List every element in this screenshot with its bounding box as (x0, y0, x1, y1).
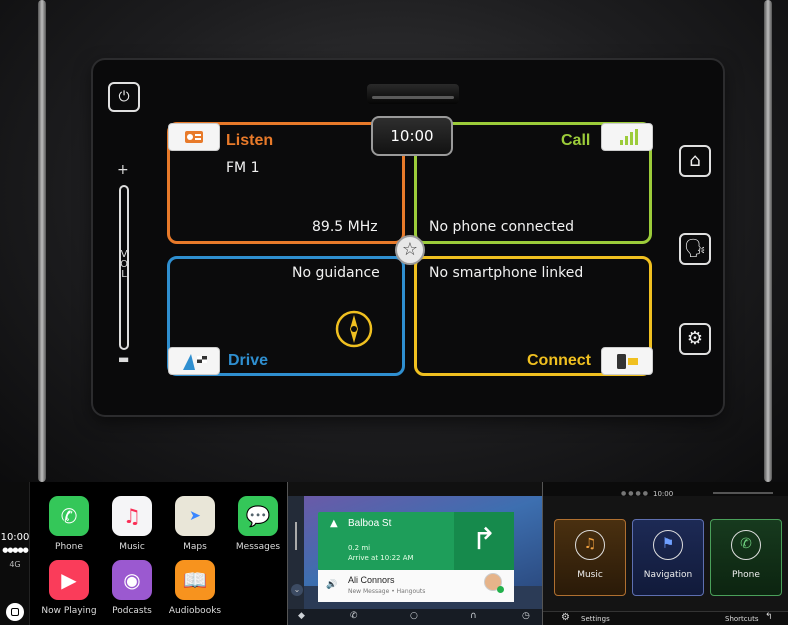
turn-right-icon: ↱ (454, 512, 514, 570)
smartphone-link-icon (601, 347, 653, 375)
rail-indicator (295, 522, 297, 550)
app-label: Audiobooks (168, 606, 222, 616)
disc-slot-line (372, 96, 454, 99)
tile-label: Music (577, 570, 603, 580)
volume-plus-icon[interactable]: + (117, 162, 129, 178)
compass-icon (334, 309, 374, 353)
connect-title: Connect (527, 352, 591, 369)
headphones-icon[interactable]: ∩ (470, 611, 477, 621)
app-label: Podcasts (112, 606, 152, 616)
radio-frequency: 89.5 MHz (312, 219, 378, 235)
maps-icon: ➤ (175, 496, 215, 536)
volume-label-char: L (121, 269, 127, 280)
navigation-tile[interactable]: ⚑ Navigation (632, 519, 704, 596)
disc-slot (367, 84, 459, 104)
right-trim (764, 0, 772, 482)
app-audiobooks[interactable]: 📖 Audiobooks (163, 560, 227, 616)
podcasts-icon: ◉ (112, 560, 152, 600)
head-unit-dashboard: ⏻ + VOL ▬ Listen FM 1 89.5 MHz Call No p… (0, 0, 788, 482)
listen-title: Listen (226, 132, 274, 149)
settings-button[interactable]: ⚙ (679, 323, 711, 355)
carplay-time: 10:00 (0, 532, 30, 543)
home-icon: ⌂ (689, 150, 701, 171)
app-label: Music (119, 542, 145, 552)
clock: 10:00 (371, 116, 453, 156)
call-title: Call (561, 132, 591, 149)
settings-link[interactable]: Settings (581, 615, 610, 623)
radio-source: FM 1 (226, 160, 260, 176)
music-tile[interactable]: ♫ Music (554, 519, 626, 596)
drive-title: Drive (228, 352, 269, 369)
tile-label: Phone (732, 570, 760, 580)
speaker-icon: 🔊 (326, 580, 338, 590)
phone-icon: ✆ (731, 530, 761, 560)
favorite-star-icon[interactable]: ☆ (395, 235, 425, 265)
call-status: No phone connected (429, 219, 575, 235)
phone-tile[interactable]: ✆ Phone (710, 519, 782, 596)
app-label: Maps (183, 542, 207, 552)
app-phone[interactable]: ✆ Phone (37, 496, 101, 552)
drive-tile[interactable]: No guidance Drive (167, 256, 405, 376)
home-button[interactable]: ⌂ (679, 145, 711, 177)
messages-icon: 💬 (238, 496, 278, 536)
oem-time: 10:00 (653, 490, 674, 498)
app-podcasts[interactable]: ◉ Podcasts (100, 560, 164, 616)
music-note-icon: ♫ (575, 530, 605, 560)
shortcuts-link[interactable]: Shortcuts (725, 615, 758, 623)
voice-button[interactable]: 🗣 (679, 233, 711, 265)
message-sender: Ali Connors (348, 575, 395, 585)
app-now-playing[interactable]: ▶ Now Playing (37, 560, 101, 616)
volume-minus-icon[interactable]: ▬ (118, 352, 129, 366)
flag-icon: ⚑ (653, 530, 683, 560)
signal-dots-icon: ●●●●● (2, 546, 29, 554)
screen: ⏻ + VOL ▬ Listen FM 1 89.5 MHz Call No p… (0, 0, 788, 625)
app-music[interactable]: ♫ Music (100, 496, 164, 552)
drive-status: No guidance (292, 265, 380, 281)
app-label: Now Playing (41, 606, 97, 616)
nav-distance: 0.2 mi (348, 544, 371, 552)
phone-icon[interactable]: ✆ (350, 611, 358, 621)
music-icon: ♫ (112, 496, 152, 536)
message-subtitle: New Message • Hangouts (348, 588, 426, 595)
app-label: Messages (235, 542, 281, 552)
home-circle-icon[interactable]: ○ (410, 611, 418, 621)
power-button[interactable]: ⏻ (108, 82, 140, 112)
recents-icon[interactable]: ◷ (522, 611, 530, 621)
voice-icon: 🗣 (683, 238, 707, 259)
connect-tile[interactable]: No smartphone linked Connect (414, 256, 653, 376)
left-trim (38, 0, 46, 482)
network-label: 4G (9, 560, 21, 569)
now-playing-icon: ▶ (49, 560, 89, 600)
nav-eta: Arrive at 10:22 AM (348, 554, 414, 562)
hangouts-badge-icon (497, 586, 504, 593)
app-messages[interactable]: 💬 Messages (226, 496, 287, 552)
navigation-icon[interactable]: ◆ (298, 611, 305, 621)
phone-signal-icon (601, 123, 653, 151)
chevron-down-icon[interactable]: ⌄ (291, 584, 303, 596)
connect-status: No smartphone linked (429, 265, 584, 281)
settings-icon: ⚙ (686, 328, 704, 349)
audiobooks-icon: 📖 (175, 560, 215, 600)
radio-icon (168, 123, 220, 151)
listen-tile[interactable]: Listen FM 1 89.5 MHz (167, 122, 405, 244)
tile-label: Navigation (643, 570, 693, 580)
power-icon: ⏻ (118, 89, 130, 105)
status-bar (288, 482, 542, 496)
volume-label: VOL (115, 250, 133, 280)
navigation-flag-icon (168, 347, 220, 375)
nav-street: Balboa St (348, 518, 392, 529)
back-arrow-icon[interactable]: ↰ (765, 612, 773, 622)
phone-icon: ✆ (49, 496, 89, 536)
status-dots-icon: ●●●● (621, 490, 650, 497)
carplay-home-button[interactable] (6, 603, 24, 621)
straight-arrow-icon: ▲ (330, 518, 338, 529)
android-auto-nav-bar: ◆ ✆ ○ ∩ ◷ (288, 609, 542, 625)
oem-infotainment-panel: ●●●● 10:00 ♫ Music ⚑ Navigation ✆ Phone … (543, 482, 788, 625)
status-line (713, 492, 773, 494)
carplay-panel: 10:00 ●●●●● 4G ✆ Phone ♫ Music ➤ Maps 💬 … (0, 482, 287, 625)
app-label: Phone (55, 542, 83, 552)
android-auto-panel: ⌄ ▲ Balboa St 0.2 mi Arrive at 10:22 AM … (288, 482, 542, 625)
app-maps[interactable]: ➤ Maps (163, 496, 227, 552)
settings-gear-icon[interactable]: ⚙ (561, 612, 570, 623)
